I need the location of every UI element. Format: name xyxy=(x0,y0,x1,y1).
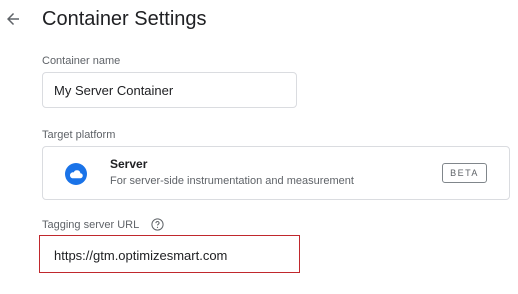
beta-badge: BETA xyxy=(442,163,487,183)
target-platform-label: Target platform xyxy=(42,129,116,141)
page-title: Container Settings xyxy=(42,8,207,30)
arrow-back-icon xyxy=(7,13,19,25)
tagging-server-url-input[interactable]: https://gtm.optimizesmart.com xyxy=(42,238,297,272)
tagging-server-label: Tagging server URL xyxy=(42,219,140,231)
container-name-value: My Server Container xyxy=(54,82,174,98)
container-name-input[interactable]: My Server Container xyxy=(42,72,297,108)
platform-name: Server xyxy=(110,157,148,171)
cloud-icon xyxy=(65,163,87,185)
tagging-server-url-value: https://gtm.optimizesmart.com xyxy=(54,247,228,263)
container-name-label: Container name xyxy=(42,55,121,67)
platform-description: For server-side instrumentation and meas… xyxy=(110,175,354,187)
platform-option-server[interactable]: Server For server-side instrumentation a… xyxy=(42,146,510,200)
help-circle-icon[interactable] xyxy=(151,218,164,231)
back-button[interactable] xyxy=(0,6,26,32)
